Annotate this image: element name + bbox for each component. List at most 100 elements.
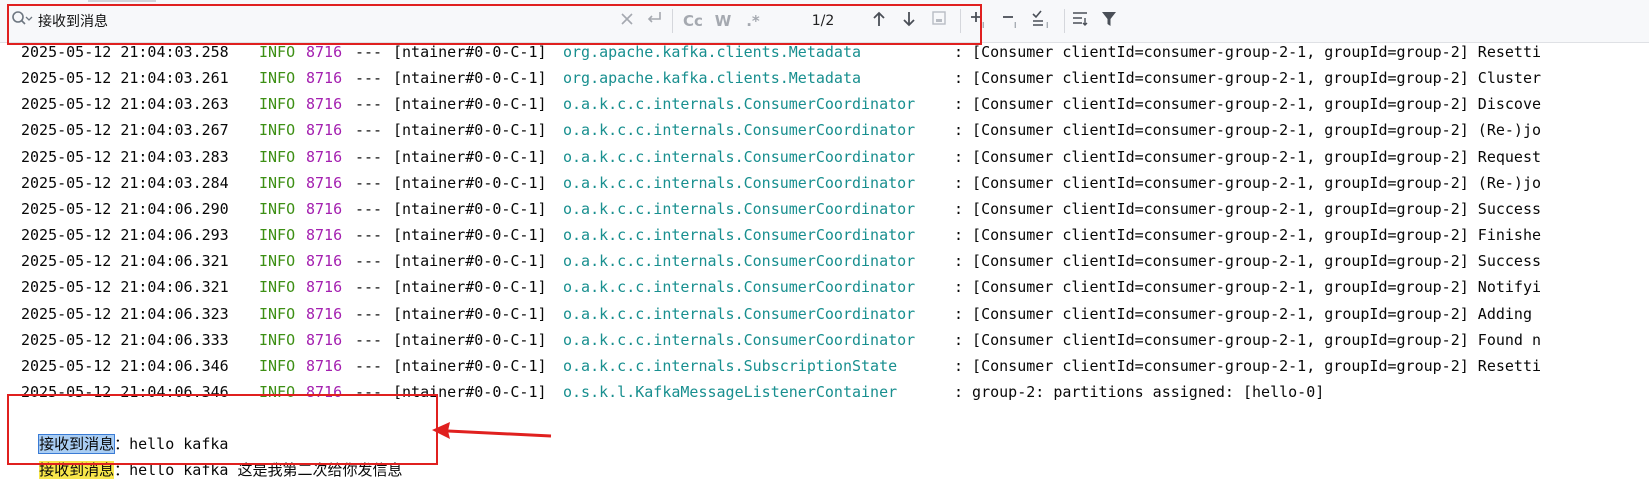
logger-name: o.a.k.c.c.internals.ConsumerCoordinator — [563, 226, 916, 245]
thread-name: [ntainer#0-0-C-1] — [393, 252, 547, 271]
logger-name: o.a.k.c.c.internals.ConsumerCoordinator — [563, 278, 916, 297]
process-id: 8716 — [306, 173, 343, 192]
separator: --- — [355, 330, 383, 349]
svg-text:I: I — [1046, 21, 1048, 30]
log-level: INFO — [259, 95, 296, 114]
search-options-icon[interactable] — [1070, 10, 1092, 32]
separator: --- — [355, 147, 383, 166]
separator: --- — [355, 69, 383, 88]
log-message: : [Consumer clientId=consumer-group-2-1,… — [954, 304, 1541, 323]
process-id: 8716 — [306, 226, 343, 245]
toolbar-separator — [1064, 9, 1065, 33]
log-level: INFO — [259, 69, 296, 88]
filter-icon[interactable] — [1098, 10, 1120, 32]
logger-name: o.a.k.c.c.internals.ConsumerCoordinator — [563, 147, 916, 166]
process-id: 8716 — [306, 43, 343, 61]
logger-name: o.a.k.c.c.internals.ConsumerCoordinator — [563, 330, 916, 349]
process-id: 8716 — [306, 121, 343, 140]
log-message: : [Consumer clientId=consumer-group-2-1,… — [954, 199, 1541, 218]
thread-name: [ntainer#0-0-C-1] — [393, 147, 547, 166]
separator: --- — [355, 304, 383, 323]
thread-name: [ntainer#0-0-C-1] — [393, 304, 547, 323]
log-level: INFO — [259, 121, 296, 140]
remove-occurrence-icon[interactable]: I — [1000, 10, 1024, 32]
process-id: 8716 — [306, 69, 343, 88]
timestamp: 2025-05-12 21:04:03.284 — [21, 173, 229, 192]
log-message: : group-2: partitions assigned: [hello-0… — [954, 382, 1325, 401]
find-toolbar: Cc W .* 1/2 I I I — [0, 0, 1649, 45]
logger-name: o.a.k.c.c.internals.ConsumerCoordinator — [563, 252, 916, 271]
log-message: : [Consumer clientId=consumer-group-2-1,… — [954, 69, 1541, 88]
thread-name: [ntainer#0-0-C-1] — [393, 278, 547, 297]
messages-highlight-box — [7, 394, 438, 465]
svg-text:I: I — [982, 21, 984, 30]
timestamp: 2025-05-12 21:04:06.346 — [21, 356, 229, 375]
log-message: : [Consumer clientId=consumer-group-2-1,… — [954, 356, 1541, 375]
logger-name: o.a.k.c.c.internals.ConsumerCoordinator — [563, 304, 916, 323]
log-level: INFO — [259, 252, 296, 271]
log-level: INFO — [259, 226, 296, 245]
logger-name: o.a.k.c.c.internals.ConsumerCoordinator — [563, 173, 916, 192]
separator: --- — [355, 252, 383, 271]
timestamp: 2025-05-12 21:04:03.258 — [21, 43, 229, 61]
log-level: INFO — [259, 43, 296, 61]
log-level: INFO — [259, 278, 296, 297]
logger-name: o.a.k.c.c.internals.ConsumerCoordinator — [563, 121, 916, 140]
logger-name: o.a.k.c.c.internals.ConsumerCoordinator — [563, 199, 916, 218]
timestamp: 2025-05-12 21:04:06.290 — [21, 199, 229, 218]
process-id: 8716 — [306, 147, 343, 166]
logger-name: org.apache.kafka.clients.Metadata — [563, 69, 862, 88]
separator: --- — [355, 95, 383, 114]
thread-name: [ntainer#0-0-C-1] — [393, 226, 547, 245]
timestamp: 2025-05-12 21:04:03.263 — [21, 95, 229, 114]
logger-name: o.a.k.c.c.internals.SubscriptionState — [563, 356, 898, 375]
process-id: 8716 — [306, 356, 343, 375]
thread-name: [ntainer#0-0-C-1] — [393, 43, 547, 61]
log-level: INFO — [259, 173, 296, 192]
separator: --- — [355, 199, 383, 218]
thread-name: [ntainer#0-0-C-1] — [393, 121, 547, 140]
timestamp: 2025-05-12 21:04:06.321 — [21, 278, 229, 297]
logger-name: o.a.k.c.c.internals.ConsumerCoordinator — [563, 95, 916, 114]
process-id: 8716 — [306, 199, 343, 218]
tab-indicator — [88, 0, 156, 2]
annotation-arrow — [432, 422, 552, 439]
logger-name: org.apache.kafka.clients.Metadata — [563, 43, 862, 61]
log-level: INFO — [259, 304, 296, 323]
log-message: : [Consumer clientId=consumer-group-2-1,… — [954, 330, 1541, 349]
process-id: 8716 — [306, 278, 343, 297]
log-message: : [Consumer clientId=consumer-group-2-1,… — [954, 173, 1541, 192]
separator: --- — [355, 278, 383, 297]
select-all-occurrences-icon[interactable]: I — [1030, 10, 1056, 32]
log-message: : [Consumer clientId=consumer-group-2-1,… — [954, 43, 1541, 61]
log-message: : [Consumer clientId=consumer-group-2-1,… — [954, 252, 1541, 271]
separator: --- — [355, 121, 383, 140]
separator: --- — [355, 356, 383, 375]
thread-name: [ntainer#0-0-C-1] — [393, 173, 547, 192]
timestamp: 2025-05-12 21:04:06.321 — [21, 252, 229, 271]
log-level: INFO — [259, 199, 296, 218]
log-level: INFO — [259, 147, 296, 166]
timestamp: 2025-05-12 21:04:03.283 — [21, 147, 229, 166]
separator: --- — [355, 43, 383, 61]
log-level: INFO — [259, 330, 296, 349]
log-level: INFO — [259, 356, 296, 375]
log-message: : [Consumer clientId=consumer-group-2-1,… — [954, 278, 1541, 297]
thread-name: [ntainer#0-0-C-1] — [393, 356, 547, 375]
timestamp: 2025-05-12 21:04:06.323 — [21, 304, 229, 323]
timestamp: 2025-05-12 21:04:03.261 — [21, 69, 229, 88]
process-id: 8716 — [306, 330, 343, 349]
log-message: : [Consumer clientId=consumer-group-2-1,… — [954, 121, 1541, 140]
timestamp: 2025-05-12 21:04:06.293 — [21, 226, 229, 245]
process-id: 8716 — [306, 95, 343, 114]
timestamp: 2025-05-12 21:04:06.333 — [21, 330, 229, 349]
separator: --- — [355, 173, 383, 192]
log-message: : [Consumer clientId=consumer-group-2-1,… — [954, 95, 1541, 114]
logger-name: o.s.k.l.KafkaMessageListenerContainer — [563, 382, 898, 401]
separator: --- — [355, 226, 383, 245]
process-id: 8716 — [306, 252, 343, 271]
thread-name: [ntainer#0-0-C-1] — [393, 95, 547, 114]
timestamp: 2025-05-12 21:04:03.267 — [21, 121, 229, 140]
process-id: 8716 — [306, 304, 343, 323]
svg-text:I: I — [1014, 21, 1016, 30]
